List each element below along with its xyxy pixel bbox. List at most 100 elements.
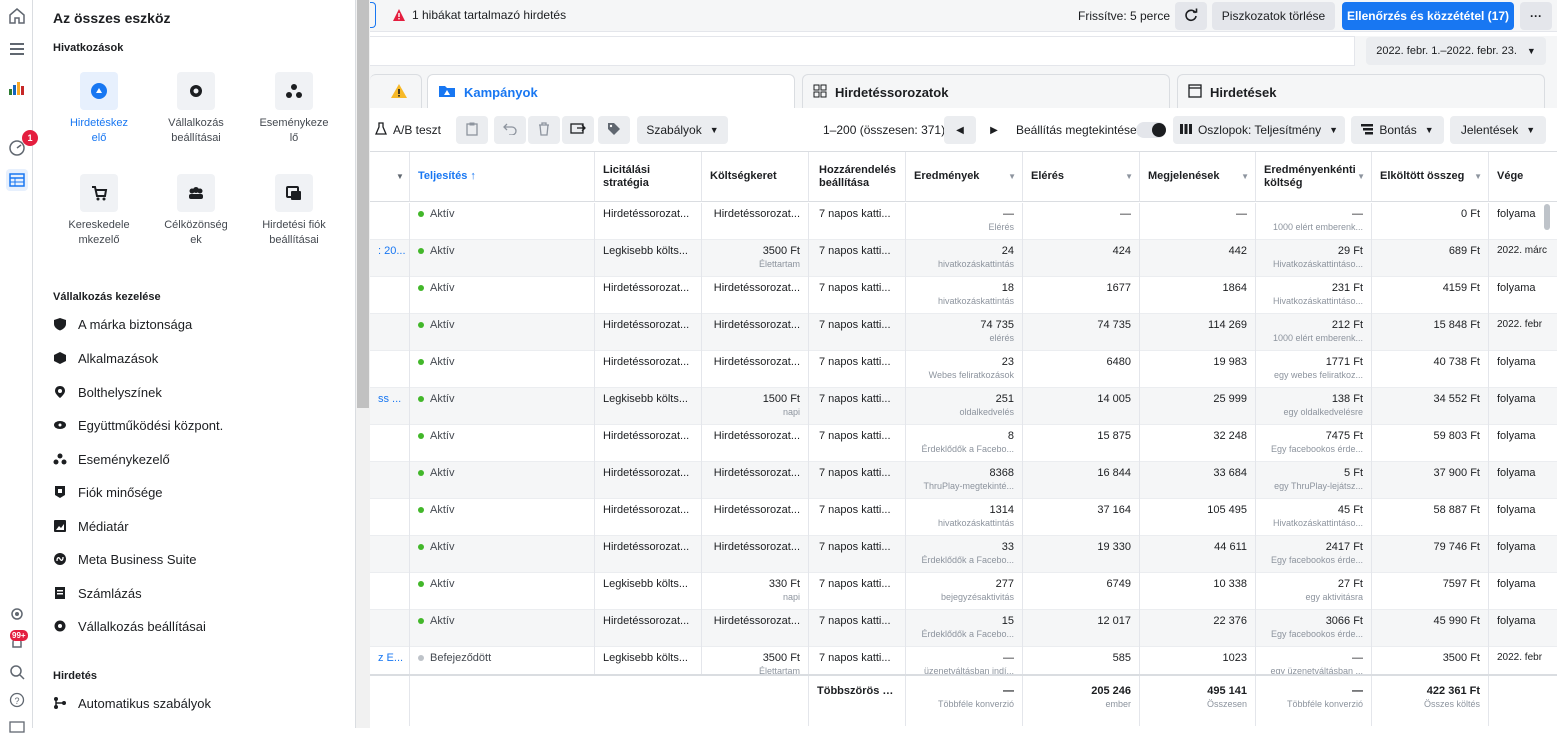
table-row[interactable]: Aktív Hirdetéssorozat... Hirdetéssorozat..…: [370, 203, 1557, 240]
tab-adsets[interactable]: Hirdetéssorozatok: [802, 74, 1170, 110]
menu-media-library[interactable]: Médiatár: [52, 515, 129, 537]
column-header-results[interactable]: Eredmények ▼: [906, 152, 1023, 202]
reports-dropdown[interactable]: Jelentések ▼: [1450, 116, 1546, 144]
cell-name[interactable]: [370, 425, 410, 462]
duplicate-button[interactable]: [456, 116, 488, 144]
help-icon[interactable]: ?: [6, 689, 28, 711]
column-header-budget[interactable]: Költségkeret: [702, 152, 809, 202]
search-filter-bar[interactable]: [370, 36, 1355, 66]
search-box-edge[interactable]: [370, 2, 376, 28]
menu-billing[interactable]: Számlázás: [52, 582, 142, 604]
undo-button[interactable]: [494, 116, 526, 144]
cell-name[interactable]: [370, 573, 410, 610]
rules-dropdown[interactable]: Szabályok ▼: [637, 116, 728, 144]
cell-name[interactable]: [370, 536, 410, 573]
column-header-attribution[interactable]: Hozzárendelés beállítása: [809, 152, 906, 202]
budget-value: Hirdetéssorozat...: [713, 615, 800, 627]
menu-automated-rules[interactable]: Automatikus szabályok: [52, 692, 211, 714]
shortcut-ad-account-settings[interactable]: Hirdetési fiók beállításai: [249, 174, 339, 248]
column-header-name[interactable]: ▼: [370, 152, 410, 202]
chevron-down-icon: ▼: [1526, 125, 1536, 135]
menu-icon[interactable]: [6, 38, 28, 60]
column-header-cost-per-result[interactable]: Eredményenkénti költség ▼: [1256, 152, 1372, 202]
ads-manager-table-icon[interactable]: [6, 169, 28, 191]
error-notice[interactable]: 1 hibákat tartalmazó hirdetés: [392, 8, 566, 22]
cell-name[interactable]: [370, 203, 410, 240]
shortcut-audiences[interactable]: Célközönségek: [151, 174, 241, 248]
cell-name[interactable]: : 20...: [370, 240, 410, 277]
menu-events-manager[interactable]: Eseménykezelő: [52, 448, 170, 470]
column-header-reach[interactable]: Elérés ▼: [1023, 152, 1140, 202]
cell-impr: 32 248: [1140, 425, 1256, 462]
cell-attr: 7 napos katti...: [809, 610, 906, 647]
date-range-picker[interactable]: 2022. febr. 1.–2022. febr. 23. ▼: [1366, 37, 1546, 65]
table-row[interactable]: ss ... Aktív Legkisebb költs... 1500 Ft napi…: [370, 388, 1557, 425]
cell-name[interactable]: [370, 462, 410, 499]
search-icon[interactable]: [6, 661, 28, 683]
attr-value: 7 napos katti...: [819, 430, 891, 442]
menu-business-settings[interactable]: Vállalkozás beállításai: [52, 615, 206, 637]
more-options-button[interactable]: ···: [1520, 2, 1552, 30]
menu-collaboration-center[interactable]: Együttműködési központ.: [52, 414, 223, 436]
menu-account-quality[interactable]: Fiók minősége: [52, 481, 163, 503]
refresh-button[interactable]: [1175, 2, 1207, 30]
view-settings-toggle[interactable]: [1136, 122, 1166, 138]
panel-icon[interactable]: [6, 716, 28, 738]
tag-button[interactable]: [598, 116, 630, 144]
attr-value: 7 napos katti...: [819, 504, 891, 516]
cell-name[interactable]: ss ...: [370, 388, 410, 425]
table-row[interactable]: Aktív Hirdetéssorozat... Hirdetéssorozat..…: [370, 314, 1557, 351]
review-publish-button[interactable]: Ellenőrzés és közzététel (17): [1342, 2, 1514, 30]
menu-apps[interactable]: Alkalmazások: [52, 347, 158, 369]
bell-badge: 99+: [10, 630, 28, 641]
tab-ads[interactable]: Hirdetések: [1177, 74, 1545, 110]
table-row[interactable]: Aktív Hirdetéssorozat... Hirdetéssorozat..…: [370, 499, 1557, 536]
table-row[interactable]: Aktív Hirdetéssorozat... Hirdetéssorozat..…: [370, 462, 1557, 499]
columns-dropdown[interactable]: Oszlopok: Teljesítmény ▼: [1173, 116, 1345, 144]
ab-test-button[interactable]: A/B teszt: [370, 116, 446, 144]
shortcut-commerce-manager[interactable]: Kereskedelemkezelő: [54, 174, 144, 248]
table-row[interactable]: Aktív Hirdetéssorozat... Hirdetéssorozat..…: [370, 351, 1557, 388]
menu-store-locations[interactable]: Bolthelyszínek: [52, 381, 162, 403]
level-tabs: Kampányok Hirdetéssorozatok Hirdetések: [370, 66, 1557, 110]
budget-sub: napi: [782, 592, 800, 602]
table-row[interactable]: Aktív Hirdetéssorozat... Hirdetéssorozat..…: [370, 536, 1557, 573]
table-row[interactable]: Aktív Legkisebb költs... 330 Ft napi 7 napos…: [370, 573, 1557, 610]
end-value: 2022. márc: [1497, 245, 1548, 256]
shortcut-business-settings[interactable]: Vállalkozás beállításai: [151, 72, 241, 146]
preview-button[interactable]: [562, 116, 594, 144]
menu-brand-safety[interactable]: A márka biztonsága: [52, 313, 192, 335]
column-header-amount-spent[interactable]: Elköltött összeg ▼: [1372, 152, 1489, 202]
cell-budget: Hirdetéssorozat...: [702, 462, 809, 499]
cell-name[interactable]: [370, 499, 410, 536]
cell-name[interactable]: [370, 610, 410, 647]
column-header-delivery[interactable]: Teljesítés ↑: [410, 152, 595, 202]
table-row[interactable]: Aktív Hirdetéssorozat... Hirdetéssorozat..…: [370, 425, 1557, 462]
menu-meta-business-suite[interactable]: Meta Business Suite: [52, 548, 197, 570]
shortcut-events-manager[interactable]: Eseménykezelő: [249, 72, 339, 146]
cell-name[interactable]: [370, 277, 410, 314]
cell-reach: 424: [1023, 240, 1140, 277]
home-icon[interactable]: [6, 5, 28, 27]
spent-value: 40 738 Ft: [1433, 356, 1480, 368]
settings-icon[interactable]: [6, 603, 28, 625]
table-row[interactable]: : 20... Aktív Legkisebb költs... 3500 Ft Éle…: [370, 240, 1557, 277]
breakdown-dropdown[interactable]: Bontás ▼: [1351, 116, 1444, 144]
tab-campaigns[interactable]: Kampányok: [427, 74, 795, 110]
next-page-button[interactable]: ▶: [980, 116, 1008, 144]
prev-page-button[interactable]: ◀: [944, 116, 976, 144]
cell-name[interactable]: [370, 314, 410, 351]
table-row[interactable]: Aktív Hirdetéssorozat... Hirdetéssorozat..…: [370, 610, 1557, 647]
table-scroll-thumb[interactable]: [1544, 204, 1550, 230]
shortcut-ads-manager[interactable]: Hirdetéskezelő: [54, 72, 144, 146]
discard-drafts-button[interactable]: Piszkozatok törlése: [1212, 2, 1335, 30]
column-header-impressions[interactable]: Megjelenések ▼: [1140, 152, 1256, 202]
column-header-bid-strategy[interactable]: Licitálási stratégia: [595, 152, 702, 202]
column-header-ends[interactable]: Vége: [1489, 152, 1557, 202]
business-logo-icon[interactable]: [6, 76, 28, 98]
table-row[interactable]: Aktív Hirdetéssorozat... Hirdetéssorozat..…: [370, 277, 1557, 314]
drawer-scroll-thumb[interactable]: [357, 0, 369, 408]
cell-name[interactable]: [370, 351, 410, 388]
tab-warnings[interactable]: [370, 74, 422, 110]
delete-button[interactable]: [528, 116, 560, 144]
